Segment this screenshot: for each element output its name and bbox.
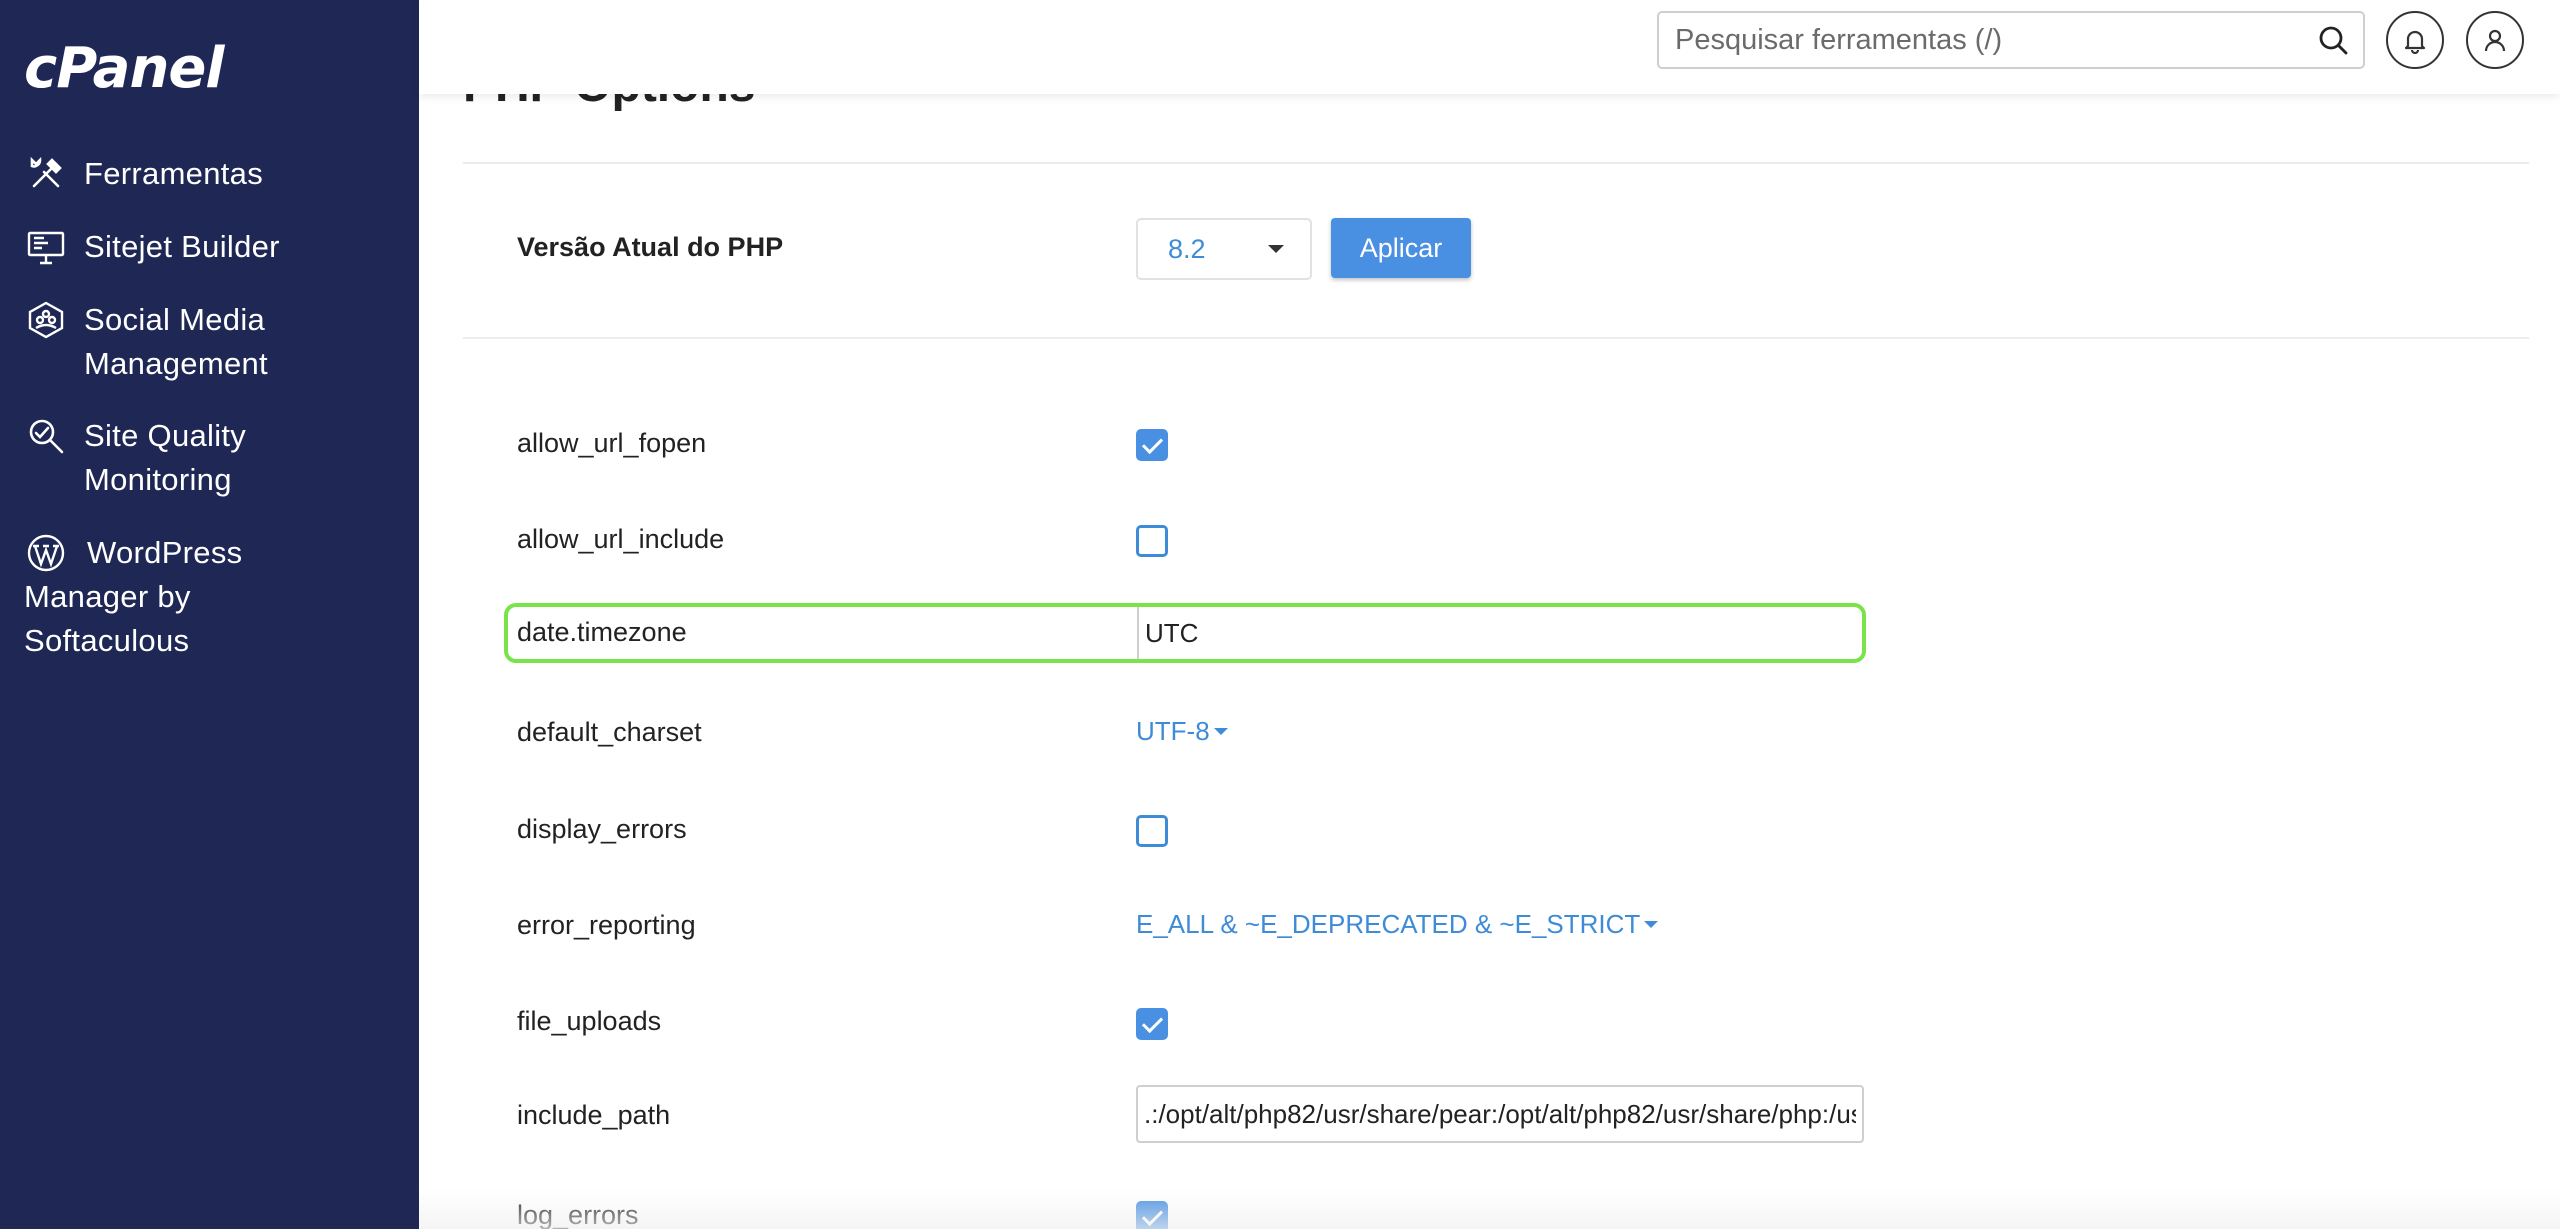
- sidebar-item-sitejet-builder[interactable]: Sitejet Builder: [0, 225, 384, 269]
- sidebar-item-label: Social Media Management: [84, 302, 268, 381]
- scroll-fade: [419, 1189, 2560, 1229]
- sidebar: cPanel Ferramentas Sitejet Builder Socia…: [0, 0, 419, 1229]
- sidebar-item-ferramentas[interactable]: Ferramentas: [0, 152, 384, 196]
- user-menu-button[interactable]: [2466, 11, 2524, 69]
- monitor-icon: [24, 225, 68, 269]
- file-uploads-checkbox[interactable]: [1136, 1008, 1168, 1040]
- option-label-display-errors: display_errors: [517, 814, 687, 844]
- option-label-date-timezone: date.timezone: [517, 617, 687, 647]
- error-reporting-value: E_ALL & ~E_DEPRECATED & ~E_STRICT: [1136, 909, 1641, 939]
- magnifier-icon: [24, 414, 68, 458]
- option-label-error-reporting: error_reporting: [517, 910, 696, 940]
- option-label-log-errors: log_errors: [517, 1200, 639, 1229]
- sidebar-item-site-quality[interactable]: Site Quality Monitoring: [0, 414, 384, 502]
- sidebar-item-social-media[interactable]: Social Media Management: [0, 298, 384, 386]
- search-box[interactable]: [1657, 11, 2365, 69]
- caret-down-icon: [1268, 245, 1284, 253]
- default-charset-value: UTF-8: [1136, 716, 1210, 746]
- sidebar-item-label: Site Quality Monitoring: [84, 418, 247, 497]
- tools-icon: [24, 152, 68, 196]
- option-label-include-path: include_path: [517, 1100, 671, 1130]
- option-label-file-uploads: file_uploads: [517, 1006, 662, 1036]
- log-errors-checkbox[interactable]: [1136, 1201, 1168, 1229]
- date-timezone-input[interactable]: [1137, 607, 1861, 659]
- caret-down-icon: [1213, 727, 1228, 735]
- sidebar-item-label: WordPress Manager by Softaculous: [24, 535, 243, 658]
- search-input[interactable]: [1675, 23, 2317, 57]
- cpanel-logo[interactable]: cPanel: [24, 36, 224, 101]
- php-version-value: 8.2: [1168, 233, 1206, 264]
- top-bar: [419, 0, 2560, 94]
- display-errors-checkbox[interactable]: [1136, 815, 1168, 847]
- allow-url-include-checkbox[interactable]: [1136, 525, 1168, 557]
- bell-icon: [2404, 30, 2426, 54]
- user-icon: [2484, 29, 2506, 52]
- sidebar-item-label: Ferramentas: [84, 156, 264, 191]
- caret-down-icon: [1644, 920, 1659, 928]
- php-version-label: Versão Atual do PHP: [517, 232, 784, 262]
- notifications-button[interactable]: [2386, 11, 2444, 69]
- include-path-input[interactable]: [1136, 1085, 1864, 1143]
- main-content: PHP Options Versão Atual do PHP 8.2 Apli…: [419, 0, 2560, 1229]
- allow-url-fopen-checkbox[interactable]: [1136, 429, 1168, 461]
- option-label-default-charset: default_charset: [517, 717, 702, 747]
- sidebar-item-label: Sitejet Builder: [84, 229, 280, 264]
- default-charset-dropdown[interactable]: UTF-8: [1136, 714, 1228, 748]
- apply-button[interactable]: Aplicar: [1331, 218, 1471, 278]
- php-version-select[interactable]: 8.2: [1136, 218, 1312, 280]
- search-icon[interactable]: [2317, 24, 2349, 56]
- divider: [463, 337, 2529, 339]
- error-reporting-dropdown[interactable]: E_ALL & ~E_DEPRECATED & ~E_STRICT: [1136, 907, 1659, 941]
- divider: [463, 162, 2529, 164]
- social-hub-icon: [24, 298, 68, 342]
- option-label-allow-url-fopen: allow_url_fopen: [517, 428, 707, 458]
- option-label-allow-url-include: allow_url_include: [517, 524, 725, 554]
